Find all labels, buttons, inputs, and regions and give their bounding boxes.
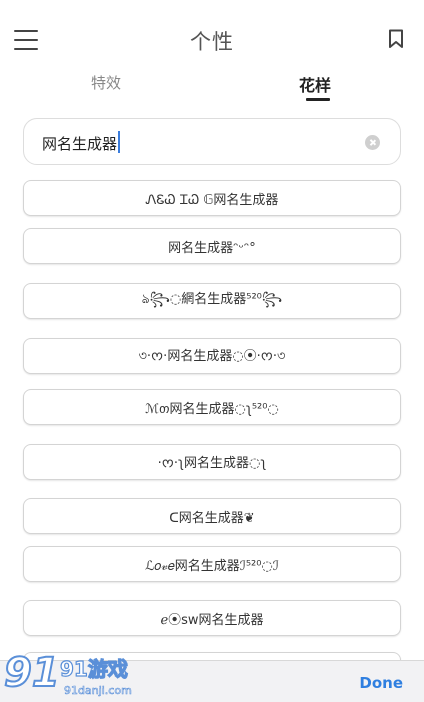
active-tab-indicator	[306, 98, 330, 101]
result-item[interactable]: ℳთ网名生成器◌ʅ⁵²⁰◌	[23, 389, 401, 425]
tab-bar: 特效 花样	[0, 68, 424, 104]
search-box	[23, 118, 401, 165]
watermark-logo: 91 91游戏 91danji.com	[3, 649, 132, 697]
svg-text:91: 91	[4, 650, 60, 696]
watermark-site: 91danji.com	[64, 684, 132, 697]
result-item[interactable]: ᏁᏋᏇ ᏆᏇ 𝔾网名生成器	[23, 180, 401, 216]
result-item[interactable]: ℯ⦿sw网名生成器	[23, 600, 401, 636]
tab-effects[interactable]: 特效	[91, 72, 121, 93]
result-text: ঌ꧂◌網名生成器⁵²⁰꧂	[141, 291, 283, 307]
done-button[interactable]: Done	[359, 674, 403, 692]
page-title: 个性	[190, 30, 234, 54]
result-item[interactable]: ঌ꧂◌網名生成器⁵²⁰꧂	[23, 283, 401, 319]
result-text: ℒ𝑜𝓋𝑒网名生成器ℐ⁵²⁰◌ℐ	[145, 558, 279, 574]
result-text: ℳთ网名生成器◌ʅ⁵²⁰◌	[145, 401, 279, 417]
result-text: ℯ⦿sw网名生成器	[160, 612, 264, 628]
watermark-brand: 91游戏	[60, 657, 128, 681]
result-item[interactable]: ·ᰔ·ʅ网名生成器◌ʅ	[23, 444, 401, 480]
tab-patterns[interactable]: 花样	[299, 72, 331, 96]
search-input[interactable]	[42, 132, 362, 154]
result-item[interactable]: ᑕ网名生成器❦	[23, 498, 401, 534]
text-cursor	[118, 131, 120, 153]
result-text: 网名生成器ᵔᵕᵔ°	[168, 240, 256, 256]
result-item[interactable]: ℒ𝑜𝓋𝑒网名生成器ℐ⁵²⁰◌ℐ	[23, 546, 401, 582]
bookmark-icon[interactable]	[388, 29, 404, 49]
result-text: ᑕ网名生成器❦	[169, 510, 255, 526]
result-text: ৩·ᰔ·网名生成器◌⦿·ᰔ·৩	[138, 348, 286, 364]
result-item[interactable]: ৩·ᰔ·网名生成器◌⦿·ᰔ·৩	[23, 338, 401, 374]
clear-icon[interactable]	[365, 135, 380, 150]
result-text: ᏁᏋᏇ ᏆᏇ 𝔾网名生成器	[145, 192, 279, 208]
result-text: ·ᰔ·ʅ网名生成器◌ʅ	[157, 455, 267, 471]
result-item[interactable]: 网名生成器ᵔᵕᵔ°	[23, 228, 401, 264]
